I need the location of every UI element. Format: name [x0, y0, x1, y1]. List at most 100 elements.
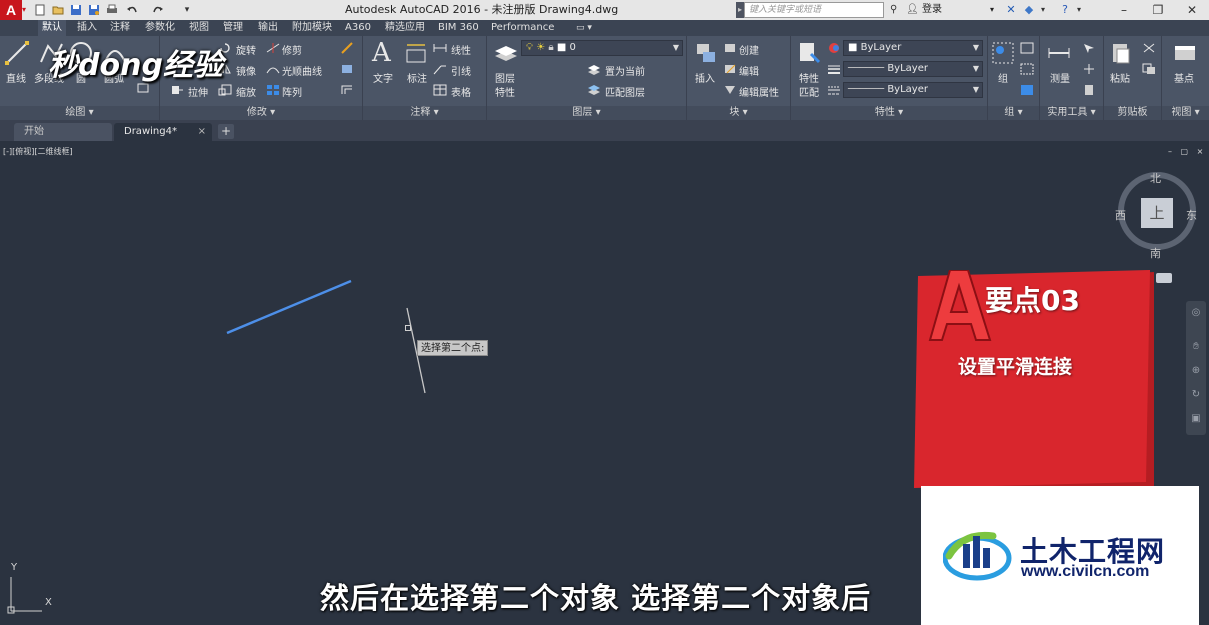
orbit-icon[interactable]: ↻ [1190, 389, 1202, 401]
quick-select-icon[interactable] [1082, 42, 1096, 54]
ribbon-options-icon[interactable]: ▭ ▾ [572, 20, 596, 36]
panel-clipboard-title[interactable]: 剪贴板 [1104, 106, 1161, 120]
panel-utilities-title[interactable]: 实用工具 ▾ [1040, 106, 1103, 120]
text-label[interactable]: 文字 [373, 70, 393, 85]
trim-label[interactable]: 修剪 [282, 42, 302, 57]
color-dropdown[interactable]: ■ ByLayer ▼ [843, 40, 983, 56]
panel-draw-title[interactable]: 绘图 ▾ [0, 106, 159, 120]
lineweight-icon[interactable] [827, 63, 841, 75]
layer-properties-icon[interactable] [493, 40, 519, 66]
base-view-label[interactable]: 基点 [1174, 70, 1194, 85]
compass-south[interactable]: 南 [1150, 245, 1161, 261]
compass-west[interactable]: 西 [1115, 207, 1126, 223]
panel-view-title[interactable]: 视图 ▾ [1162, 106, 1209, 120]
group-label[interactable]: 组 [998, 70, 1008, 85]
maximize-button[interactable]: ❐ [1141, 0, 1175, 20]
group-edit-icon[interactable] [1020, 63, 1034, 75]
app-menu-caret-icon[interactable]: ▾ [22, 0, 30, 20]
zoom-icon[interactable]: ⊕ [1190, 365, 1202, 377]
base-view-icon[interactable] [1172, 40, 1198, 66]
new-tab-button[interactable]: + [218, 124, 234, 139]
showmotion-icon[interactable]: ▣ [1190, 413, 1202, 425]
stretch-label[interactable]: 拉伸 [188, 84, 208, 99]
ungroup-icon[interactable] [1020, 42, 1034, 54]
panel-block-title[interactable]: 块 ▾ [687, 106, 790, 120]
close-button[interactable]: ✕ [1175, 0, 1209, 20]
autocad-logo-icon[interactable]: A [0, 0, 22, 20]
erase-icon[interactable] [340, 42, 354, 54]
tab-home[interactable]: 默认 [38, 20, 66, 36]
panel-annotation-title[interactable]: 注释 ▾ [363, 106, 486, 120]
scale-label[interactable]: 缩放 [236, 84, 256, 99]
line-label[interactable]: 直线 [6, 70, 26, 85]
layer-properties-label[interactable]: 图层 [495, 70, 515, 85]
create-block-label[interactable]: 创建 [739, 42, 759, 57]
edit-attributes-label[interactable]: 编辑属性 [739, 84, 779, 99]
login-label[interactable]: 登录 [922, 0, 942, 20]
print-icon[interactable] [106, 4, 118, 16]
set-current-icon[interactable] [587, 64, 601, 76]
paste-icon[interactable] [1108, 40, 1134, 66]
match-properties-icon[interactable] [797, 40, 823, 66]
new-file-icon[interactable] [34, 4, 46, 16]
redo-icon[interactable] [152, 4, 164, 16]
calculator-icon[interactable] [1082, 84, 1096, 96]
pan-icon[interactable]: ✋︎ [1190, 341, 1202, 353]
line-icon[interactable] [4, 40, 30, 66]
minimize-button[interactable]: – [1107, 0, 1141, 20]
group-icon[interactable] [990, 40, 1016, 66]
create-block-icon[interactable] [723, 42, 737, 54]
panel-modify-title[interactable]: 修改 ▾ [160, 106, 362, 120]
panel-properties-title[interactable]: 特性 ▾ [791, 106, 987, 120]
exchange-apps-icon[interactable]: ✕ [1004, 3, 1018, 17]
open-folder-icon[interactable] [52, 4, 64, 16]
group-select-icon[interactable] [1020, 84, 1034, 96]
binoculars-icon[interactable]: ⚲ [890, 0, 897, 20]
measure-icon[interactable] [1046, 40, 1072, 66]
linear-dim-label[interactable]: 线性 [451, 42, 471, 57]
offset-icon[interactable] [340, 84, 354, 96]
login-area[interactable]: ⚲ 👤︎ 登录 ▾ [890, 0, 1000, 20]
search-input[interactable]: 键入关键字或短语 [744, 2, 884, 18]
edit-block-icon[interactable] [723, 63, 737, 75]
layer-dropdown[interactable]: 💡︎ ☀︎ 🔒︎ ■ 0 ▼ [521, 40, 683, 56]
tab-output[interactable]: 输出 [254, 20, 282, 36]
insert-block-icon[interactable] [693, 40, 719, 66]
help-dropdown-icon[interactable]: ▾ [1072, 3, 1086, 17]
leader-label[interactable]: 引线 [451, 63, 471, 78]
login-dropdown-icon[interactable]: ▾ [990, 0, 994, 20]
dimension-icon[interactable] [403, 40, 429, 66]
measure-label[interactable]: 测量 [1050, 70, 1070, 85]
close-tab-icon[interactable]: × [198, 123, 206, 141]
match-properties-label2[interactable]: 匹配 [799, 84, 819, 99]
paste-label[interactable]: 粘贴 [1110, 70, 1130, 85]
tab-drawing4[interactable]: Drawing4* × [114, 123, 212, 141]
help-icon[interactable]: ? [1058, 3, 1072, 17]
color-wheel-icon[interactable] [827, 42, 841, 54]
tab-bim360[interactable]: BIM 360 [434, 20, 483, 36]
tab-insert[interactable]: 插入 [73, 20, 101, 36]
edit-attributes-icon[interactable] [723, 84, 737, 96]
qat-customize-icon[interactable]: ▾ [180, 3, 194, 17]
tab-start[interactable]: 开始 [14, 123, 112, 141]
insert-block-label[interactable]: 插入 [695, 70, 715, 85]
undo-icon[interactable] [126, 4, 138, 16]
blend-curves-label[interactable]: 光顺曲线 [282, 63, 322, 78]
tab-view[interactable]: 视图 [185, 20, 213, 36]
a360-dropdown-icon[interactable]: ▾ [1036, 3, 1050, 17]
leader-icon[interactable] [433, 63, 447, 75]
tab-featured-apps[interactable]: 精选应用 [381, 20, 429, 36]
selected-line[interactable] [226, 279, 352, 335]
edit-block-label[interactable]: 编辑 [739, 63, 759, 78]
compass-north[interactable]: 北 [1150, 170, 1161, 186]
match-properties-label[interactable]: 特性 [799, 70, 819, 85]
tab-addins[interactable]: 附加模块 [288, 20, 336, 36]
table-icon[interactable] [433, 84, 447, 96]
stretch-icon[interactable] [170, 84, 184, 96]
array-label[interactable]: 阵列 [282, 84, 302, 99]
tab-performance[interactable]: Performance [487, 20, 558, 36]
save-as-icon[interactable] [88, 4, 100, 16]
match-layer-label[interactable]: 匹配图层 [605, 84, 645, 99]
wcs-menu-handle[interactable] [1156, 273, 1172, 283]
compass-east[interactable]: 东 [1186, 207, 1197, 223]
